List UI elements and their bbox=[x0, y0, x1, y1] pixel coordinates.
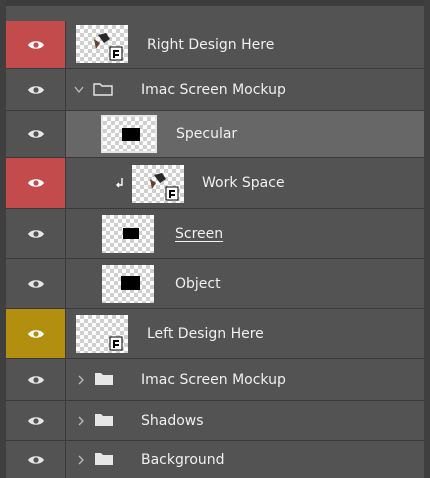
visibility-toggle[interactable] bbox=[6, 441, 66, 478]
layer-row-right-design[interactable]: Right Design Here bbox=[6, 21, 424, 69]
layer-name[interactable]: Imac Screen Mockup bbox=[141, 69, 286, 110]
layer-row-work-space[interactable]: Work Space bbox=[6, 158, 424, 209]
thumbnail-shape bbox=[121, 276, 140, 290]
layer-name[interactable]: Shadows bbox=[141, 401, 204, 440]
eye-icon bbox=[27, 229, 44, 238]
eye-icon bbox=[27, 329, 44, 338]
eye-icon bbox=[27, 279, 44, 288]
layer-row-background[interactable]: Background bbox=[6, 441, 424, 478]
chevron-right-icon[interactable] bbox=[77, 401, 85, 440]
panel-top-border bbox=[0, 0, 430, 6]
visibility-toggle[interactable] bbox=[6, 158, 66, 208]
layer-thumbnail bbox=[132, 165, 184, 203]
visibility-toggle[interactable] bbox=[6, 209, 66, 258]
layer-row-specular[interactable]: Specular bbox=[6, 111, 424, 158]
visibility-toggle[interactable] bbox=[6, 21, 66, 68]
smart-object-badge-icon bbox=[94, 33, 123, 61]
layer-row-shadows[interactable]: Shadows bbox=[6, 401, 424, 441]
eye-icon bbox=[27, 40, 44, 49]
visibility-toggle[interactable] bbox=[6, 111, 66, 157]
layer-name[interactable]: Screen bbox=[175, 209, 223, 258]
chevron-right-icon[interactable] bbox=[77, 359, 85, 400]
folder-icon bbox=[95, 453, 113, 465]
visibility-toggle[interactable] bbox=[6, 309, 66, 358]
layer-name[interactable]: Right Design Here bbox=[147, 21, 274, 68]
layer-thumbnail bbox=[102, 215, 154, 253]
layer-thumbnail bbox=[101, 115, 157, 153]
layer-name[interactable]: Background bbox=[141, 441, 225, 478]
layer-thumbnail bbox=[102, 265, 154, 303]
layer-name[interactable]: Object bbox=[175, 259, 221, 308]
smart-object-badge-icon bbox=[150, 173, 179, 201]
eye-icon bbox=[27, 85, 44, 94]
layer-row-imac-group-2[interactable]: Imac Screen Mockup bbox=[6, 359, 424, 401]
layer-name[interactable]: Work Space bbox=[202, 158, 285, 208]
visibility-toggle[interactable] bbox=[6, 359, 66, 400]
panel-right-border bbox=[424, 0, 430, 478]
visibility-toggle[interactable] bbox=[6, 69, 66, 110]
chevron-right-icon[interactable] bbox=[77, 441, 85, 478]
eye-icon bbox=[27, 455, 44, 464]
layer-row-imac-group-1[interactable]: Imac Screen Mockup bbox=[6, 69, 424, 111]
layer-row-object[interactable]: Object bbox=[6, 259, 424, 309]
folder-icon bbox=[95, 373, 113, 385]
folder-icon bbox=[93, 83, 113, 96]
layer-row-left-design[interactable]: Left Design Here bbox=[6, 309, 424, 359]
visibility-toggle[interactable] bbox=[6, 401, 66, 440]
layer-name[interactable]: Imac Screen Mockup bbox=[141, 359, 286, 400]
folder-icon bbox=[95, 414, 113, 426]
eye-icon bbox=[27, 375, 44, 384]
eye-icon bbox=[27, 179, 44, 187]
thumbnail-shape bbox=[123, 228, 139, 239]
layer-thumbnail bbox=[76, 315, 128, 353]
clipping-arrow-icon bbox=[115, 158, 125, 208]
layer-name[interactable]: Left Design Here bbox=[147, 309, 264, 358]
visibility-toggle[interactable] bbox=[6, 259, 66, 308]
layer-row-screen[interactable]: Screen bbox=[6, 209, 424, 259]
eye-icon bbox=[27, 130, 44, 138]
thumbnail-shape bbox=[122, 128, 140, 141]
eye-icon bbox=[27, 416, 44, 425]
layer-thumbnail bbox=[76, 25, 128, 63]
chevron-down-icon[interactable] bbox=[74, 69, 84, 110]
smart-object-badge-icon bbox=[109, 336, 123, 351]
layers-panel: Right Design Here Imac Screen Mockup Spe… bbox=[0, 0, 430, 478]
layer-name[interactable]: Specular bbox=[176, 111, 237, 157]
